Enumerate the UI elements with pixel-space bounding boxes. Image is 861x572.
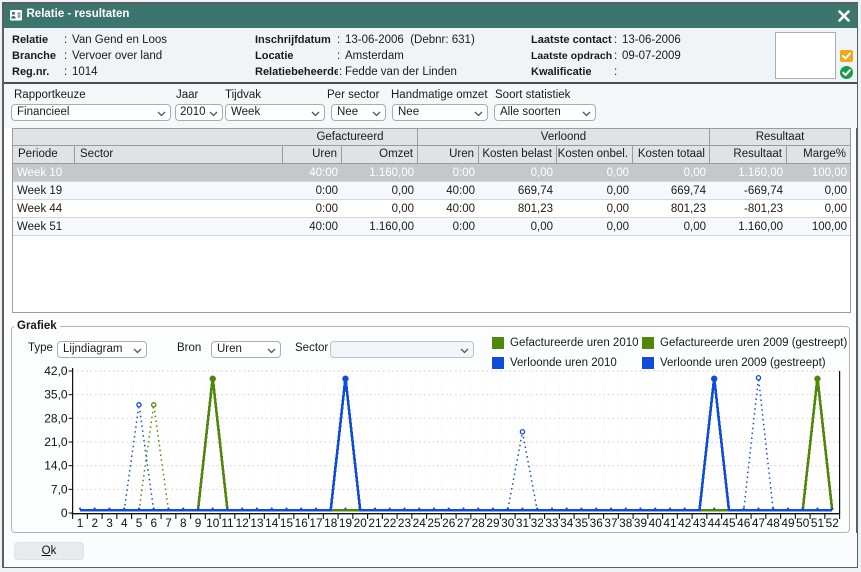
svg-text:26: 26 <box>442 516 456 530</box>
svg-text:48: 48 <box>767 516 781 530</box>
svg-text:24: 24 <box>413 516 427 530</box>
svg-text:10: 10 <box>206 516 220 530</box>
svg-text:43: 43 <box>693 516 707 530</box>
svg-text:23: 23 <box>398 516 412 530</box>
svg-text:28: 28 <box>472 516 486 530</box>
svg-text:35,0: 35,0 <box>44 388 68 402</box>
svg-text:7: 7 <box>165 516 172 530</box>
svg-text:38: 38 <box>619 516 633 530</box>
svg-text:14,0: 14,0 <box>44 459 68 473</box>
svg-text:18: 18 <box>324 516 338 530</box>
svg-text:33: 33 <box>545 516 559 530</box>
svg-text:21,0: 21,0 <box>44 435 68 449</box>
svg-text:11: 11 <box>221 516 233 530</box>
svg-text:42,0: 42,0 <box>44 364 68 378</box>
svg-text:41: 41 <box>663 516 676 530</box>
svg-text:15: 15 <box>280 516 294 530</box>
svg-text:51: 51 <box>811 516 824 530</box>
svg-text:45: 45 <box>722 516 736 530</box>
svg-text:9: 9 <box>195 516 202 530</box>
svg-text:0: 0 <box>61 506 68 520</box>
svg-text:12: 12 <box>236 516 249 530</box>
svg-text:32: 32 <box>531 516 544 530</box>
svg-text:35: 35 <box>575 516 589 530</box>
svg-text:44: 44 <box>708 516 722 530</box>
svg-text:30: 30 <box>501 516 515 530</box>
svg-text:20: 20 <box>354 516 368 530</box>
svg-text:17: 17 <box>309 516 322 530</box>
svg-text:7,0: 7,0 <box>51 482 68 496</box>
svg-text:25: 25 <box>427 516 441 530</box>
svg-text:4: 4 <box>121 516 128 530</box>
svg-text:14: 14 <box>265 516 279 530</box>
svg-text:34: 34 <box>560 516 574 530</box>
svg-text:29: 29 <box>486 516 499 530</box>
svg-text:2: 2 <box>91 516 98 530</box>
svg-text:16: 16 <box>295 516 309 530</box>
svg-text:37: 37 <box>604 516 617 530</box>
svg-text:5: 5 <box>136 516 143 530</box>
svg-text:27: 27 <box>457 516 470 530</box>
svg-text:8: 8 <box>180 516 187 530</box>
svg-text:36: 36 <box>590 516 604 530</box>
svg-text:50: 50 <box>796 516 810 530</box>
svg-text:52: 52 <box>826 516 839 530</box>
svg-text:21: 21 <box>368 516 381 530</box>
svg-text:22: 22 <box>383 516 396 530</box>
svg-text:42: 42 <box>678 516 691 530</box>
svg-text:19: 19 <box>339 516 352 530</box>
svg-text:1: 1 <box>77 516 84 530</box>
svg-text:31: 31 <box>516 516 529 530</box>
svg-text:28,0: 28,0 <box>44 411 68 425</box>
svg-text:39: 39 <box>634 516 647 530</box>
svg-text:47: 47 <box>752 516 765 530</box>
svg-text:3: 3 <box>106 516 113 530</box>
svg-text:49: 49 <box>781 516 794 530</box>
svg-text:40: 40 <box>649 516 663 530</box>
svg-text:13: 13 <box>250 516 264 530</box>
svg-text:46: 46 <box>737 516 751 530</box>
svg-text:6: 6 <box>150 516 157 530</box>
